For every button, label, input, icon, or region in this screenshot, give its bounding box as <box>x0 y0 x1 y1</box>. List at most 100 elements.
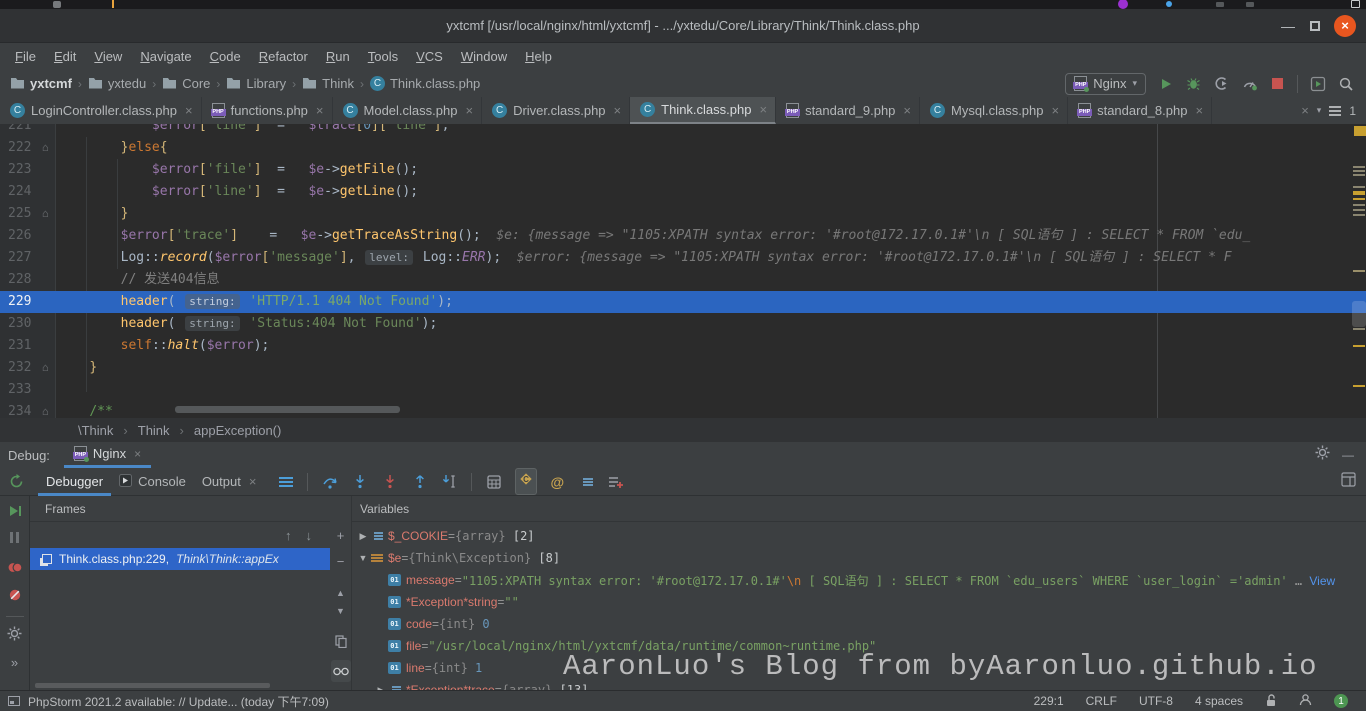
hide-panel-icon[interactable]: — <box>1342 448 1354 462</box>
coverage-button[interactable] <box>1213 75 1230 92</box>
run-tool-window-icon[interactable] <box>1309 75 1326 92</box>
debug-settings-gear-icon[interactable] <box>1315 445 1330 465</box>
move-watch-down-icon[interactable]: ▼ <box>330 602 351 620</box>
editor-tab-functions.php[interactable]: PHP functions.php × <box>202 97 333 124</box>
user-profile-icon[interactable] <box>1299 693 1312 709</box>
editor-tab-standard_8.php[interactable]: PHP standard_8.php × <box>1068 97 1213 124</box>
editor-scrollbar-thumb[interactable] <box>1352 301 1366 327</box>
step-into-icon[interactable] <box>351 473 368 490</box>
copy-icon[interactable] <box>330 628 351 654</box>
debug-session-tab[interactable]: PHP Nginx × <box>63 442 152 468</box>
editor-tab-Mysql.class.php[interactable]: C Mysql.class.php × <box>920 97 1069 124</box>
close-tab-icon[interactable]: × <box>1052 103 1060 118</box>
pause-button[interactable] <box>10 532 19 543</box>
editor-breadcrumb-item[interactable]: appException() <box>194 423 281 438</box>
notifications-badge[interactable]: 1 <box>1334 694 1348 708</box>
add-watch-button[interactable]: + <box>330 522 351 548</box>
force-step-into-icon[interactable] <box>381 473 398 490</box>
inspections-indicator[interactable] <box>1354 126 1366 136</box>
menu-tools[interactable]: Tools <box>359 45 407 68</box>
editor-tab-Think.class.php[interactable]: C Think.class.php × <box>630 97 777 124</box>
close-tab-icon[interactable]: × <box>249 474 257 489</box>
fold-marker-icon[interactable]: ⌂ <box>42 203 49 225</box>
editor-tab-LoginController.class.php[interactable]: C LoginController.class.php × <box>0 97 202 124</box>
collapsed-arrow-icon[interactable]: ▶ <box>356 531 370 542</box>
editor-breadcrumb-item[interactable]: \Think <box>78 423 113 438</box>
menu-refactor[interactable]: Refactor <box>250 45 317 68</box>
debug-tab-debugger[interactable]: Debugger <box>38 468 111 496</box>
restore-layout-icon[interactable] <box>1341 471 1366 492</box>
variable-row-message[interactable]: 01 message = "1105:XPATH syntax error: '#… <box>352 569 1366 591</box>
editor-tab-Driver.class.php[interactable]: C Driver.class.php × <box>482 97 631 124</box>
indent-style[interactable]: 4 spaces <box>1195 694 1243 708</box>
breadcrumb-item-yxtedu[interactable]: yxtedu <box>88 76 146 92</box>
debugger-settings-gear-icon[interactable] <box>7 626 22 646</box>
variable-row-code[interactable]: 01 code = {int} 0 <box>352 613 1366 635</box>
menu-window[interactable]: Window <box>452 45 516 68</box>
breadcrumb-item-core[interactable]: Core <box>162 76 210 92</box>
maximize-button[interactable] <box>1310 21 1320 31</box>
variable-row-_COOKIE[interactable]: ▶ $_COOKIE = {array} [2] <box>352 525 1366 547</box>
hidden-tabs-list-icon[interactable] <box>1329 104 1342 118</box>
menu-file[interactable]: File <box>6 45 45 68</box>
close-tab-icon[interactable]: × <box>759 102 767 117</box>
profiler-button[interactable] <box>1241 75 1258 92</box>
menu-code[interactable]: Code <box>201 45 250 68</box>
run-button[interactable] <box>1157 75 1174 92</box>
search-everywhere-icon[interactable] <box>1337 75 1354 92</box>
fold-marker-icon[interactable]: ⌂ <box>42 401 49 418</box>
frame-row[interactable]: Think.class.php:229, Think\Think::appEx <box>30 548 330 570</box>
lock-icon[interactable] <box>1265 693 1277 710</box>
close-button[interactable]: × <box>1334 15 1356 37</box>
more-actions-icon[interactable]: » <box>11 655 18 670</box>
debug-tab-console[interactable]: Console <box>111 468 194 496</box>
caret-position[interactable]: 229:1 <box>1034 694 1064 708</box>
evaluate-expression-icon[interactable] <box>485 473 502 490</box>
horizontal-scrollbar[interactable] <box>175 406 400 413</box>
close-session-icon[interactable]: × <box>134 447 141 461</box>
breadcrumb-item-think.class.php[interactable]: C Think.class.php <box>369 76 480 91</box>
threads-menu-icon[interactable] <box>277 473 294 490</box>
next-frame-icon[interactable]: ↓ <box>306 528 313 543</box>
step-out-icon[interactable] <box>411 473 428 490</box>
close-tab-icon[interactable]: × <box>903 103 911 118</box>
fold-marker-icon[interactable]: ⌂ <box>42 137 49 159</box>
view-breakpoints-button[interactable] <box>7 561 23 579</box>
debug-button[interactable] <box>1185 75 1202 92</box>
close-tab-icon[interactable]: × <box>316 103 324 118</box>
menu-run[interactable]: Run <box>317 45 359 68</box>
add-watch-icon[interactable] <box>607 473 624 490</box>
close-tab-icon[interactable]: × <box>1301 103 1309 118</box>
menu-vcs[interactable]: VCS <box>407 45 452 68</box>
close-tab-icon[interactable]: × <box>185 103 193 118</box>
stop-button[interactable] <box>1269 75 1286 92</box>
status-message[interactable]: PhpStorm 2021.2 available: // Update... … <box>28 693 329 710</box>
move-watch-up-icon[interactable]: ▲ <box>330 584 351 602</box>
run-configuration-select[interactable]: PHP Nginx ▾ <box>1065 72 1146 95</box>
previous-frame-icon[interactable]: ↑ <box>285 528 292 543</box>
editor-tab-standard_9.php[interactable]: PHP standard_9.php × <box>776 97 921 124</box>
show-indexes-icon[interactable] <box>577 473 594 490</box>
breadcrumb-item-yxtcmf[interactable]: yxtcmf <box>10 76 72 92</box>
breadcrumb-item-library[interactable]: Library <box>226 76 286 92</box>
line-separator[interactable]: CRLF <box>1086 694 1117 708</box>
close-tab-icon[interactable]: × <box>1195 103 1203 118</box>
mute-breakpoints-button[interactable] <box>8 588 22 607</box>
show-hidden-tabs-arrow[interactable]: ▾ <box>1317 105 1322 116</box>
remove-watch-button[interactable]: − <box>330 548 351 574</box>
resume-button[interactable] <box>8 504 22 523</box>
rerun-icon[interactable] <box>8 473 25 490</box>
menu-navigate[interactable]: Navigate <box>131 45 200 68</box>
tool-window-switcher-icon[interactable] <box>8 696 20 706</box>
close-tab-icon[interactable]: × <box>465 103 473 118</box>
step-over-icon[interactable] <box>321 473 338 490</box>
editor-breadcrumb-item[interactable]: Think <box>138 423 170 438</box>
show-constants-toggle[interactable]: C <box>515 468 538 495</box>
code-editor[interactable]: 221 $error['line'] = $trace[0]['line']; 2… <box>0 124 1366 418</box>
expanded-arrow-icon[interactable]: ▼ <box>356 553 370 563</box>
menu-view[interactable]: View <box>85 45 131 68</box>
variable-row-e[interactable]: ▼ $e = {Think\Exception} [8] <box>352 547 1366 569</box>
editor-tab-Model.class.php[interactable]: C Model.class.php × <box>333 97 483 124</box>
run-to-cursor-icon[interactable] <box>441 473 458 490</box>
close-tab-icon[interactable]: × <box>614 103 622 118</box>
